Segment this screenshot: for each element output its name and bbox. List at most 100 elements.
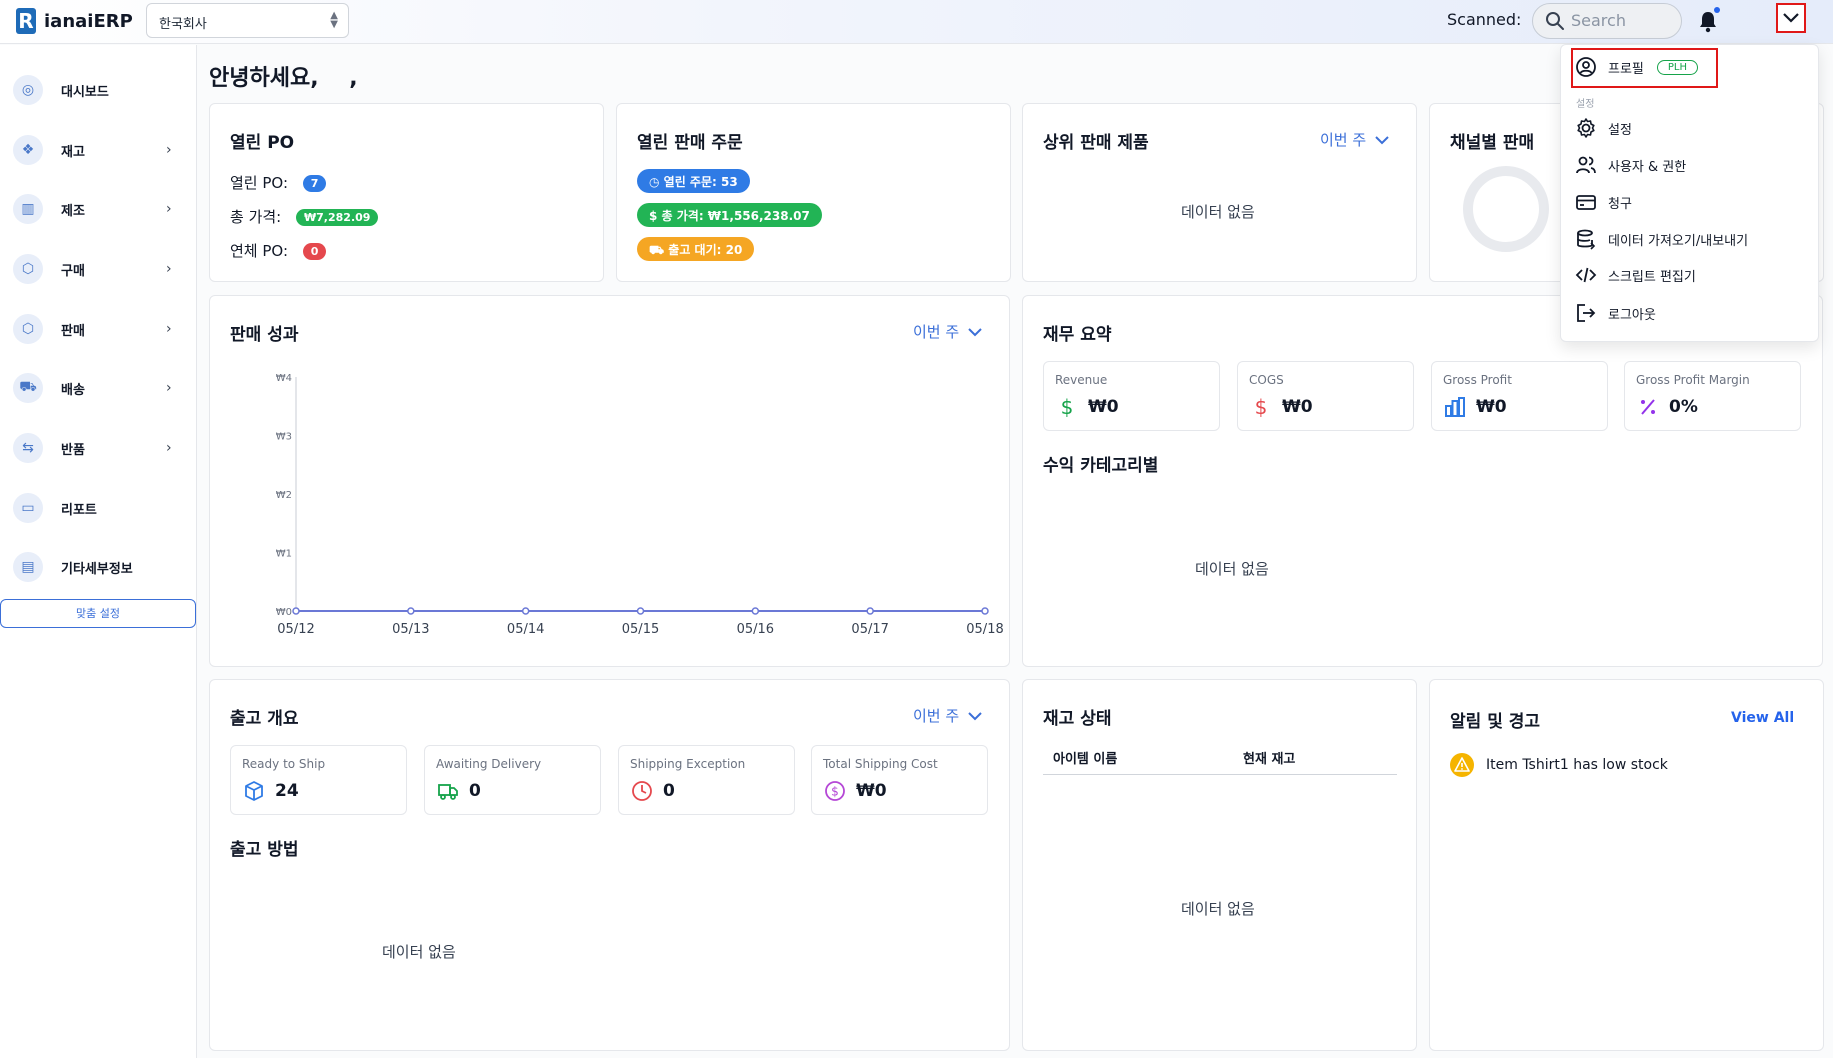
database-icon xyxy=(1577,229,1596,250)
shipping-overview-title: 출고 개요 xyxy=(230,709,299,729)
sidebar-item-7[interactable]: ⇆ 반품 › xyxy=(0,426,196,470)
stat-card: Total Shipping Cost $ ₩0 xyxy=(811,745,988,815)
profile-label: 프로필 xyxy=(1608,61,1644,77)
profile-menu-toggle[interactable] xyxy=(1776,3,1806,33)
svg-text:$: $ xyxy=(1255,396,1268,418)
menu-item-code[interactable]: 스크립트 편집기 xyxy=(1575,264,1696,286)
stat-value: 0 xyxy=(663,781,675,801)
menu-item-users[interactable]: 사용자 & 권한 xyxy=(1575,154,1686,176)
dollar-icon: $ xyxy=(649,209,662,223)
period-label: 이번 주 xyxy=(913,707,960,725)
open-po-title: 열린 PO xyxy=(230,133,295,153)
scanned-label: Scanned: xyxy=(1447,10,1522,29)
sidebar-item-label: 리포트 xyxy=(61,502,97,518)
x-tick-label: 05/16 xyxy=(737,622,774,637)
sidebar-item-5[interactable]: ⬡ 판매 › xyxy=(0,307,196,351)
stat-value: 24 xyxy=(275,781,299,801)
search-placeholder: Search xyxy=(1571,11,1626,30)
chevron-down-icon xyxy=(1375,136,1389,145)
open-po-label: 열린 PO: xyxy=(230,174,289,192)
sidebar: ◎ 대시보드 ❖ 재고 › ▥ 제조 › ⬡ 구매 › ⬡ 판매 › ⛟ 배송 › ⇆ 반품 › ▭ 리포트 ▤ 기타세부정보… xyxy=(0,45,197,1058)
menu-item-credit-card[interactable]: 청구 xyxy=(1575,191,1632,213)
alerts-card: 알림 및 경고 View All Item Tshirt1 has low st… xyxy=(1429,679,1824,1051)
menu-item-gear[interactable]: 설정 xyxy=(1575,117,1632,139)
alert-text: Item Tshirt1 has low stock xyxy=(1486,757,1668,773)
chevron-right-icon: › xyxy=(166,201,172,217)
column-header-item-name[interactable]: 아이템 이름 xyxy=(1053,748,1117,767)
open-po-row: 열린 PO: 7 xyxy=(230,172,327,193)
credit-card-icon xyxy=(1576,195,1596,210)
menu-item-label: 사용자 & 권한 xyxy=(1608,159,1687,175)
menu-item-database[interactable]: 데이터 가져오기/내보내기 xyxy=(1575,228,1748,250)
search-icon xyxy=(1546,12,1564,30)
menu-item-label: 로그아웃 xyxy=(1608,307,1656,323)
stock-status-card: 재고 상태 아이템 이름 현재 재고 데이터 없음 xyxy=(1022,679,1417,1051)
data-point xyxy=(981,607,989,615)
menu-item-label: 스크립트 편집기 xyxy=(1608,269,1696,285)
sidebar-item-9[interactable]: ▤ 기타세부정보 xyxy=(0,545,196,589)
clock-icon xyxy=(631,780,653,802)
chevron-down-icon xyxy=(968,712,982,721)
company-select[interactable]: 한국회사 ▲ ▼ xyxy=(146,3,349,38)
view-all-link[interactable]: View All xyxy=(1731,710,1794,726)
stock-status-title: 재고 상태 xyxy=(1043,709,1112,729)
stat-value: ₩0 xyxy=(1088,397,1119,417)
shipping-period-select[interactable]: 이번 주 xyxy=(913,705,982,726)
data-point xyxy=(751,607,760,615)
overdue-po-row: 연체 PO: 0 xyxy=(230,240,327,261)
sales-icon: ⬡ xyxy=(13,314,43,344)
percent-icon xyxy=(1637,396,1659,418)
profile-badge: PLH xyxy=(1656,59,1699,75)
alerts-title: 알림 및 경고 xyxy=(1450,712,1541,732)
top-products-period-select[interactable]: 이번 주 xyxy=(1320,129,1389,150)
truck-icon: ⛟ xyxy=(649,243,669,257)
menu-item-profile[interactable]: 프로필 PLH xyxy=(1575,56,1699,78)
sidebar-item-1[interactable]: ◎ 대시보드 xyxy=(0,68,196,112)
stat-card: Awaiting Delivery 0 xyxy=(424,745,601,815)
channel-sales-title: 채널별 판매 xyxy=(1450,133,1535,153)
total-price-label: 총 가격: xyxy=(230,208,282,226)
sidebar-item-8[interactable]: ▭ 리포트 xyxy=(0,486,196,530)
customize-button[interactable]: 맞춤 설정 xyxy=(0,599,196,628)
sidebar-item-6[interactable]: ⛟ 배송 › xyxy=(0,366,196,410)
bar-chart-icon xyxy=(1444,396,1466,418)
sidebar-item-4[interactable]: ⬡ 구매 › xyxy=(0,247,196,291)
menu-item-label: 데이터 가져오기/내보내기 xyxy=(1608,233,1749,249)
total-price-tag-label: 총 가격: ₩1,556,238.07 xyxy=(661,209,810,223)
settings-section-label: 설정 xyxy=(1576,99,1595,110)
menu-item-label: 청구 xyxy=(1608,196,1632,212)
open-sales-card: 열린 판매 주문 ◷ 열린 주문: 53 $ 총 가격: ₩1,556,238.… xyxy=(616,103,1011,282)
dashboard-icon: ◎ xyxy=(13,75,43,105)
x-tick-label: 05/13 xyxy=(392,622,429,637)
pending-shipment-tag[interactable]: ⛟ 출고 대기: 20 xyxy=(637,237,755,261)
stat-value: 0 xyxy=(469,781,481,801)
column-header-current-stock[interactable]: 현재 재고 xyxy=(1243,748,1295,767)
sales-performance-card: 판매 성과 이번 주 ₩0 ₩1 ₩2 ₩3 ₩4 05/12 05/13 05/14 05/1… xyxy=(209,295,1010,667)
stat-value: ₩0 xyxy=(1282,397,1313,417)
open-po-card: 열린 PO 열린 PO: 7 총 가격: ₩7,282.09 연체 PO: 0 xyxy=(209,103,604,282)
app-logo[interactable]: R ianaiERP xyxy=(16,8,133,34)
stat-label: Gross Profit xyxy=(1443,373,1512,387)
top-products-empty: 데이터 없음 xyxy=(1181,203,1255,221)
search-input[interactable]: Search xyxy=(1532,3,1682,39)
y-tick-label: ₩4 xyxy=(276,373,292,384)
stat-label: Total Shipping Cost xyxy=(823,757,938,771)
y-tick-label: ₩0 xyxy=(276,607,292,618)
sidebar-item-3[interactable]: ▥ 제조 › xyxy=(0,187,196,231)
alert-item[interactable]: Item Tshirt1 has low stock xyxy=(1450,753,1668,777)
top-products-title: 상위 판매 제품 xyxy=(1043,133,1149,153)
return-icon: ⇆ xyxy=(13,433,43,463)
total-price-tag[interactable]: $ 총 가격: ₩1,556,238.07 xyxy=(637,203,822,227)
document-icon: ▤ xyxy=(13,552,43,582)
chevron-right-icon: › xyxy=(166,321,172,337)
stat-label: Revenue xyxy=(1055,373,1108,387)
open-orders-tag[interactable]: ◷ 열린 주문: 53 xyxy=(637,169,750,193)
chevron-right-icon: › xyxy=(166,261,172,277)
sidebar-item-2[interactable]: ❖ 재고 › xyxy=(0,128,196,172)
sidebar-item-label: 배송 xyxy=(61,382,85,398)
x-tick-label: 05/18 xyxy=(966,622,1003,637)
x-tick-label: 05/17 xyxy=(851,622,888,637)
stat-label: COGS xyxy=(1249,373,1284,387)
users-icon xyxy=(1576,156,1596,174)
menu-item-logout[interactable]: 로그아웃 xyxy=(1575,302,1656,324)
